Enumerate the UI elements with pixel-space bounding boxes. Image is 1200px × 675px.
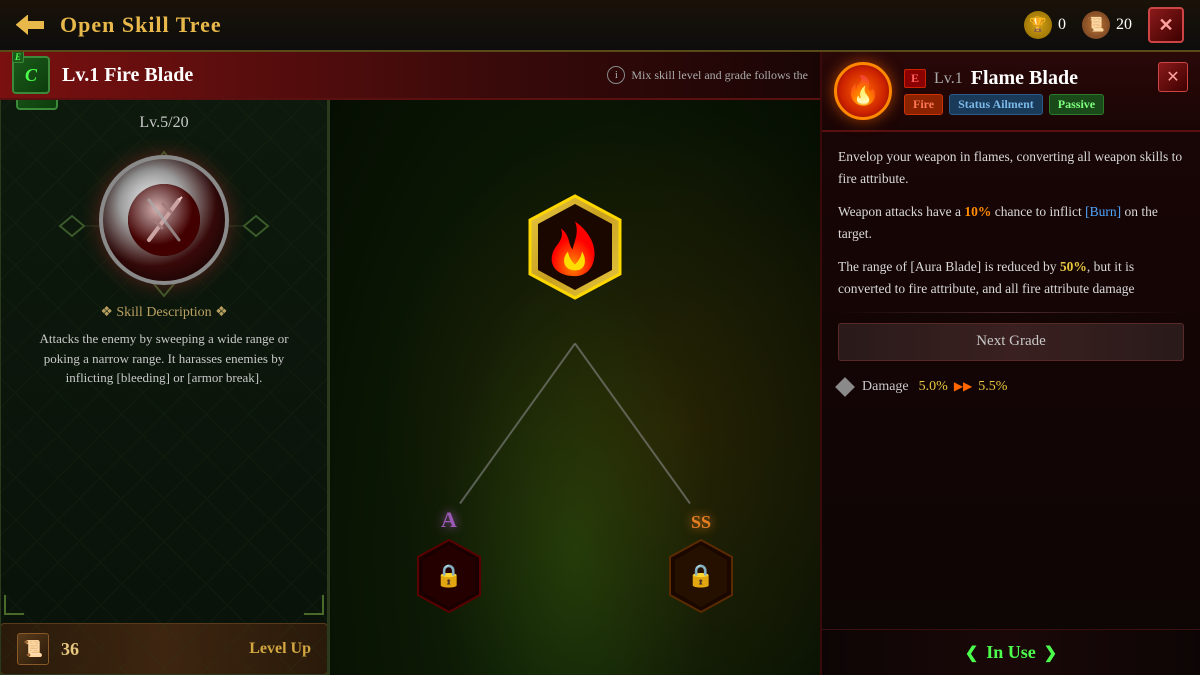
left-panel: C Blade Lv.5/20 [0,52,330,675]
flame-blade-grade: E Lv.1 Flame Blade [904,67,1104,90]
skill-icon-inner [119,175,209,265]
skill-icon-circle [99,155,229,285]
in-use-arrow-left: ❮ [965,643,978,663]
damage-label: Damage [862,379,909,395]
center-panel: MIX [330,52,820,675]
divider-line [838,312,1184,313]
bottom-left-node[interactable]: A 🔒 [410,507,488,615]
highlight-percent: 10% [964,204,991,219]
currency-icon-1: 🏆 [1024,11,1052,39]
skill-desc-header: ❖ Skill Description ❖ [16,304,312,321]
damage-diamond-icon [835,377,855,397]
flame-level: Lv.1 [934,70,963,88]
lock-icon-right: 🔒 [687,563,714,589]
notice-icon: i [607,66,625,84]
right-tags: Fire Status Ailment Passive [904,94,1104,115]
small-hex-left[interactable]: 🔒 [410,537,488,615]
top-bar: Open Skill Tree 🏆 0 📜 20 ✕ [0,0,1200,52]
damage-from: 5.0% [919,379,948,395]
tree-lines-svg [330,52,820,675]
small-hex-right[interactable]: 🔒 [662,537,740,615]
right-panel-body: Envelop your weapon in flames, convertin… [822,132,1200,629]
skill-desc-text: Attacks the enemy by sweeping a wide ran… [16,329,312,388]
skill-desc-2: Weapon attacks have a 10% chance to infl… [838,201,1184,244]
left-skill-card: C Blade Lv.5/20 [0,52,328,623]
skill-desc-1: Envelop your weapon in flames, convertin… [838,146,1184,189]
next-grade-button[interactable]: Next Grade [838,323,1184,361]
back-arrow-icon [16,15,44,35]
skill-header-title: Lv.1 Fire Blade [62,64,193,87]
right-panel: 🔥 E Lv.1 Flame Blade Fire Status Ailment… [820,52,1200,675]
skill-desc-3: The range of [Aura Blade] is reduced by … [838,256,1184,299]
currency-item-2: 📜 20 [1082,11,1132,39]
currency-amount-2: 20 [1116,16,1132,34]
tag-status-ailment: Status Ailment [949,94,1043,115]
right-panel-header: 🔥 E Lv.1 Flame Blade Fire Status Ailment… [822,52,1200,132]
highlight-burn: [Burn] [1085,204,1121,219]
in-use-arrow-right: ❯ [1044,643,1057,663]
currency-amount-1: 0 [1058,16,1066,34]
blade-level: Lv.5/20 [16,114,312,132]
in-use-label: In Use [986,642,1036,663]
damage-values: 5.0% ▶▶ 5.5% [919,379,1008,395]
flame-blade-title: Flame Blade [971,67,1078,90]
e-grade-badge: E [904,69,926,88]
damage-to: 5.5% [978,379,1007,395]
damage-arrow: ▶▶ [954,379,972,394]
skill-header-grade-badge: E C [12,56,50,94]
in-use-footer: ❮ In Use ❯ [822,629,1200,675]
currency-icon-2: 📜 [1082,11,1110,39]
level-up-bar[interactable]: 📜 36 Level Up [0,623,328,675]
center-hex-node[interactable] [520,192,630,302]
highlight-50: 50% [1060,259,1087,274]
skill-header-notice-text: Mix skill level and grade follows the [631,68,808,83]
in-use-area: ❮ In Use ❯ [965,642,1057,663]
bottom-right-node[interactable]: SS 🔒 [662,512,740,615]
page-title: Open Skill Tree [60,12,222,38]
currency-item-1: 🏆 0 [1024,11,1066,39]
damage-row: Damage 5.0% ▶▶ 5.5% [838,371,1184,403]
flame-node-icon [540,212,610,282]
flame-hex[interactable] [520,192,630,302]
flame-skill-icon: 🔥 [834,62,892,120]
lock-icon-left: 🔒 [435,563,462,589]
skill-header-overlay: E C Lv.1 Fire Blade i Mix skill level an… [0,52,820,100]
right-panel-title-area: E Lv.1 Flame Blade Fire Status Ailment P… [904,67,1104,115]
scroll-icon: 📜 [17,633,49,665]
node-letter-ss: SS [691,512,711,533]
tag-fire: Fire [904,94,943,115]
flame-icon [540,212,610,282]
scroll-count: 36 [61,639,79,660]
skill-header-grade-letter: C [25,65,37,86]
main-layout: C Blade Lv.5/20 [0,52,1200,675]
right-close-button[interactable]: ✕ [1158,62,1188,92]
node-letter-a: A [441,507,457,533]
next-grade-label: Next Grade [976,333,1046,350]
level-up-label: Level Up [249,640,311,658]
back-button[interactable]: Open Skill Tree [16,12,222,38]
skill-header-notice-area: i Mix skill level and grade follows the [607,66,808,84]
tree-lines [330,52,820,675]
top-right-area: 🏆 0 📜 20 ✕ [1024,7,1184,43]
tag-passive: Passive [1049,94,1104,115]
blade-skill-icon [124,180,204,260]
skill-icon-area [54,144,274,304]
top-close-button[interactable]: ✕ [1148,7,1184,43]
skill-header-grade-e: E [12,51,24,63]
